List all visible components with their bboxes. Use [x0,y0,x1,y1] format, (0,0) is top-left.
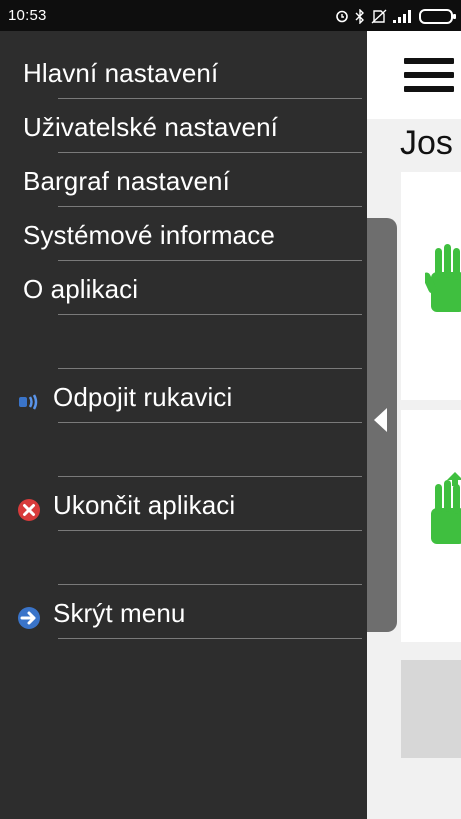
menu-item-hide-menu[interactable]: Skrýt menu [0,588,367,642]
gray-card[interactable] [401,660,461,758]
menu-divider [58,368,362,369]
drawer-handle[interactable] [367,218,397,632]
hide-menu-icon [18,607,40,629]
exit-icon [18,499,40,521]
menu-divider [58,206,362,207]
menu-item-system-info[interactable]: Systémové informace [0,210,367,264]
menu-item-disconnect-glove[interactable]: Odpojit rukavici [0,372,367,426]
menu-item-label: Odpojit rukavici [53,382,233,412]
signal-icon [393,9,411,23]
menu-item-label: Skrýt menu [53,598,186,628]
menu-divider [58,98,362,99]
menu-item-user-settings[interactable]: Uživatelské nastavení [0,102,367,156]
menu-item-bargraph-settings[interactable]: Bargraf nastavení [0,156,367,210]
glove-card-2[interactable] [401,410,461,642]
disconnect-glove-icon [19,394,38,410]
alarm-icon [336,10,348,23]
status-time: 10:53 [8,7,47,24]
menu-divider [58,530,362,531]
battery-icon [419,8,456,24]
menu-item-label: Ukončit aplikaci [53,490,236,520]
green-hand-icon [425,244,461,312]
navigation-drawer: Hlavní nastavení Uživatelské nastavení B… [0,31,367,819]
app-title: Jos [400,124,453,162]
menu-item-main-settings[interactable]: Hlavní nastavení [0,48,367,102]
menu-divider [58,584,362,585]
menu-item-label: Uživatelské nastavení [23,112,279,142]
status-icons [335,6,456,26]
menu-divider [58,314,362,315]
glove-card-1[interactable] [401,172,461,400]
green-hand-up-icon [431,472,461,544]
menu-divider [58,260,362,261]
menu-item-exit-app[interactable]: Ukončit aplikaci [0,480,367,534]
status-bar: 10:53 [0,0,461,31]
menu-divider [58,152,362,153]
menu-item-label: Systémové informace [23,220,275,250]
menu-divider [58,476,362,477]
menu-item-about[interactable]: O aplikaci [0,264,367,318]
hamburger-menu-icon[interactable] [404,58,454,94]
bluetooth-icon [355,8,364,24]
menu-item-label: Hlavní nastavení [23,58,219,88]
menu-item-label: O aplikaci [23,274,139,304]
chevron-left-icon [374,408,387,432]
menu-divider [58,638,362,639]
menu-item-label: Bargraf nastavení [23,166,230,196]
no-sim-icon [371,8,387,24]
menu-divider [58,422,362,423]
